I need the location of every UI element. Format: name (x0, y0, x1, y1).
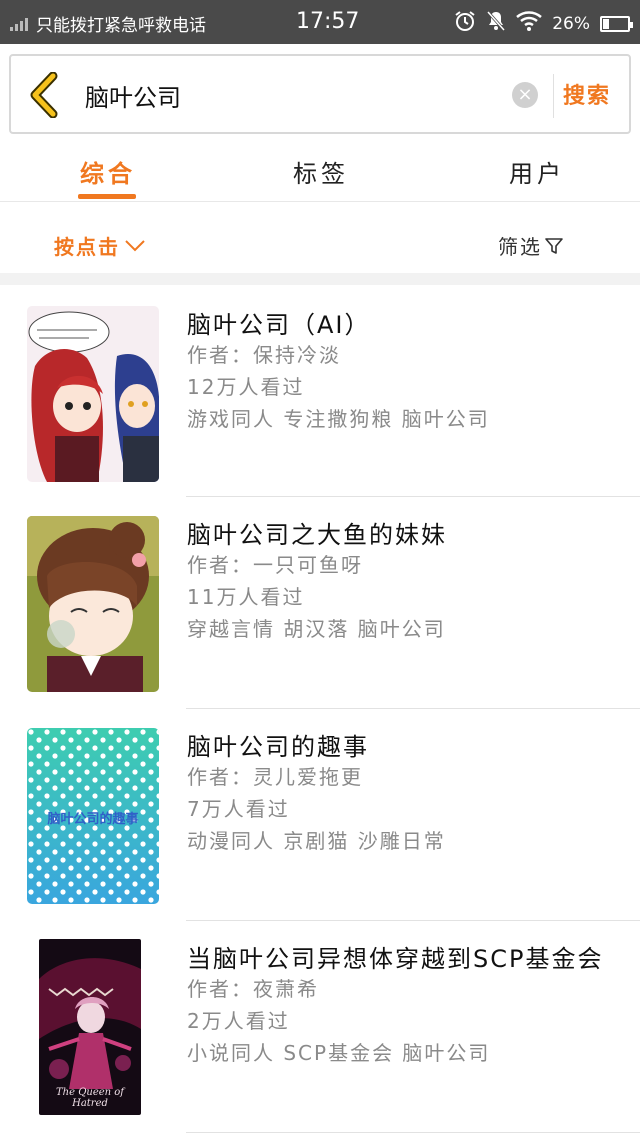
result-title: 脑叶公司（AI） (187, 311, 371, 339)
sort-dropdown[interactable]: 按点击 (54, 231, 146, 260)
sort-filter-bar: 按点击 筛选 (0, 203, 640, 273)
mute-icon (486, 10, 506, 37)
status-bar: 只能拨打紧急呼救电话 17:57 26% (0, 0, 640, 44)
cover-image (27, 306, 159, 482)
item-divider (186, 1132, 640, 1133)
filter-icon (545, 237, 563, 254)
result-meta: 脑叶公司之大鱼的妹妹 作者：一只可鱼呀 11万人看过 穿越言情 胡汉落 脑叶公司 (187, 515, 447, 645)
result-title: 脑叶公司之大鱼的妹妹 (187, 521, 447, 549)
result-tags: 游戏同人 专注撒狗粮 脑叶公司 (187, 407, 490, 431)
result-views: 7万人看过 (187, 797, 290, 821)
battery-text: 26% (552, 13, 590, 34)
search-box: × 搜索 (9, 54, 631, 134)
status-right: 26% (454, 10, 633, 37)
back-arrow-icon (30, 71, 58, 119)
cover-title-text: The Queen of Hatred (55, 1087, 125, 1109)
result-views: 11万人看过 (187, 585, 305, 609)
search-input[interactable] (85, 76, 505, 114)
result-views: 2万人看过 (187, 1009, 290, 1033)
result-author: 作者：保持冷淡 (187, 343, 341, 367)
result-author: 作者：夜萧希 (187, 977, 319, 1001)
status-time: 17:57 (296, 9, 360, 34)
result-tags: 穿越言情 胡汉落 脑叶公司 (187, 617, 446, 641)
result-views: 12万人看过 (187, 375, 305, 399)
list-item[interactable]: 脑叶公司（AI） 作者：保持冷淡 12万人看过 游戏同人 专注撒狗粮 脑叶公司 (0, 285, 640, 497)
cover-image (27, 516, 159, 692)
result-author: 作者：灵儿爱拖更 (187, 765, 363, 789)
search-button[interactable]: 搜索 (563, 78, 611, 110)
search-divider (553, 74, 554, 118)
search-header: × 搜索 (0, 44, 640, 140)
active-tab-indicator (78, 194, 136, 199)
status-left: 只能拨打紧急呼救电话 (10, 11, 206, 36)
tab-comprehensive[interactable]: 综合 (80, 154, 136, 189)
result-tags: 动漫同人 京剧猫 沙雕日常 (187, 829, 446, 853)
chevron-down-icon (125, 239, 145, 251)
cover-title-text: 脑叶公司的趣事 (47, 812, 139, 827)
list-item[interactable]: 脑叶公司的趣事 脑叶公司的趣事 作者：灵儿爱拖更 7万人看过 动漫同人 京剧猫 … (0, 709, 640, 921)
section-gap (0, 273, 640, 285)
battery-icon (600, 15, 633, 32)
list-item[interactable]: The Queen of Hatred 当脑叶公司异想体穿越到SCP基金会 作者… (0, 921, 640, 1133)
cover-image: The Queen of Hatred (39, 939, 141, 1115)
clear-search-button[interactable]: × (512, 82, 538, 108)
result-meta: 当脑叶公司异想体穿越到SCP基金会 作者：夜萧希 2万人看过 小说同人 SCP基… (187, 939, 603, 1069)
result-meta: 脑叶公司的趣事 作者：灵儿爱拖更 7万人看过 动漫同人 京剧猫 沙雕日常 (187, 727, 446, 857)
result-title: 当脑叶公司异想体穿越到SCP基金会 (187, 945, 604, 973)
signal-icon (10, 17, 28, 31)
result-meta: 脑叶公司（AI） 作者：保持冷淡 12万人看过 游戏同人 专注撒狗粮 脑叶公司 (187, 305, 490, 435)
result-author: 作者：一只可鱼呀 (187, 553, 363, 577)
back-button[interactable] (27, 71, 63, 119)
cover-image: 脑叶公司的趣事 (27, 728, 159, 904)
result-tabs: 综合 标签 用户 (0, 140, 640, 202)
alarm-icon (454, 10, 476, 37)
list-item[interactable]: 脑叶公司之大鱼的妹妹 作者：一只可鱼呀 11万人看过 穿越言情 胡汉落 脑叶公司 (0, 497, 640, 709)
wifi-icon (516, 11, 543, 36)
tab-users[interactable]: 用户 (509, 154, 565, 189)
sort-label: 按点击 (54, 235, 120, 259)
result-title: 脑叶公司的趣事 (187, 733, 369, 761)
result-tags: 小说同人 SCP基金会 脑叶公司 (187, 1041, 491, 1065)
tab-tags[interactable]: 标签 (293, 154, 349, 189)
carrier-text: 只能拨打紧急呼救电话 (36, 16, 206, 36)
filter-label: 筛选 (498, 235, 542, 259)
filter-button[interactable]: 筛选 (498, 231, 564, 260)
